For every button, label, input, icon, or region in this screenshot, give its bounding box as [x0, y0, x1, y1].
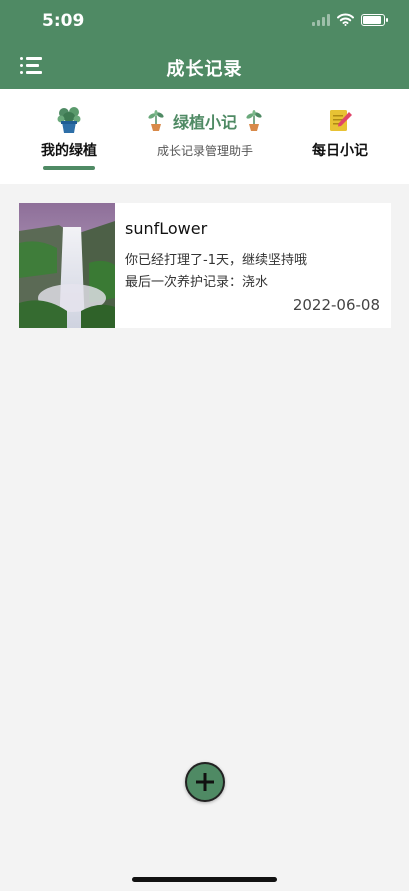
plant-name: sunfLower [125, 219, 208, 238]
active-tab-indicator [43, 166, 95, 170]
brand-title: 绿植小记 [172, 113, 237, 132]
page-title: 成长记录 [166, 59, 243, 80]
app-header: 5:09 成长记录 [0, 0, 409, 89]
home-indicator [132, 877, 277, 882]
brand-subtitle: 成长记录管理助手 [156, 144, 253, 158]
plant-card[interactable]: sunfLower 你已经打理了-1天，继续坚持哦 最后一次养护记录：浇水 20… [19, 203, 391, 328]
tab-my-plants[interactable]: 我的绿植 [24, 105, 114, 170]
potted-plant-icon [24, 105, 114, 135]
wifi-icon [337, 13, 354, 26]
tab-label: 每日小记 [312, 143, 368, 159]
status-icons [312, 13, 388, 26]
add-plant-button[interactable] [185, 762, 225, 802]
care-days-text: 你已经打理了-1天，继续坚持哦 [125, 253, 307, 268]
sprout-icon [148, 110, 164, 131]
plus-icon [196, 773, 214, 791]
tab-bar: 我的绿植 绿植小记 成长记录管理助手 每日小记 [0, 89, 409, 184]
brand-block: 绿植小记 成长记录管理助手 [130, 109, 280, 159]
tab-label: 我的绿植 [41, 143, 97, 159]
status-time: 5:09 [42, 11, 85, 31]
sprout-icon [246, 110, 262, 131]
last-record-text: 最后一次养护记录：浇水 [125, 275, 269, 290]
record-date: 2022-06-08 [292, 296, 380, 314]
plant-thumbnail [19, 203, 115, 328]
signal-icon [312, 13, 330, 26]
notepad-pencil-icon [295, 105, 385, 135]
tab-daily-notes[interactable]: 每日小记 [295, 105, 385, 160]
battery-icon [361, 13, 388, 26]
